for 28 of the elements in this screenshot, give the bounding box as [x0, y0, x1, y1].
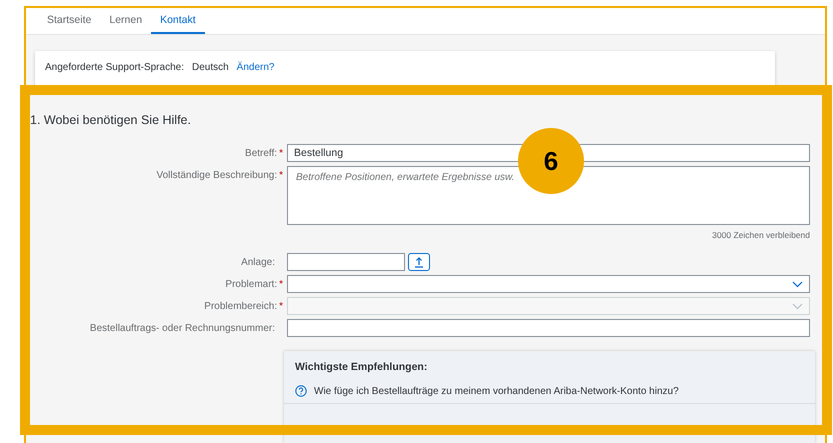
required-asterisk: * [279, 148, 283, 158]
field-label: Bestellauftrags- oder Rechnungsnummer: [90, 322, 275, 334]
recommendation-link[interactable]: Wie füge ich Bestellaufträge zu meinem vorhandenen Ariba-Network-Konto hinzu? [284, 381, 815, 404]
character-counter: 3000 Zeichen verbleibend [712, 230, 810, 240]
nav-tab[interactable]: Lernen [100, 8, 152, 34]
text-input[interactable] [287, 319, 810, 337]
field-label: Problemart: [225, 278, 278, 290]
nav-tab[interactable]: Startseite [38, 8, 100, 34]
required-asterisk: * [279, 170, 283, 180]
recommendations-title: Wichtigste Empfehlungen: [294, 360, 428, 375]
language-label: Angeforderte Support-Sprache: [45, 62, 184, 73]
upload-icon [413, 256, 425, 268]
required-asterisk: * [279, 300, 283, 312]
change-link[interactable]: Ändern? [236, 62, 274, 73]
chevron-down-icon [792, 280, 803, 288]
nav-tab[interactable]: Kontakt [151, 8, 205, 34]
required-asterisk: * [279, 278, 283, 290]
language-value: Deutsch [192, 62, 229, 73]
field-label: Vollständige Beschreibung: [156, 170, 278, 180]
field-label: Problembereich: [204, 300, 278, 312]
chevron-down-icon [792, 302, 803, 310]
upload-button[interactable] [408, 253, 430, 271]
field-label: Betreff: [245, 148, 278, 158]
help-icon [295, 385, 307, 397]
section-title: 1. Wobei benötigen Sie Hilfe. [30, 113, 192, 127]
file-input[interactable] [287, 253, 405, 271]
dropdown-select[interactable] [287, 275, 810, 293]
field-label: Anlage: [241, 256, 275, 268]
